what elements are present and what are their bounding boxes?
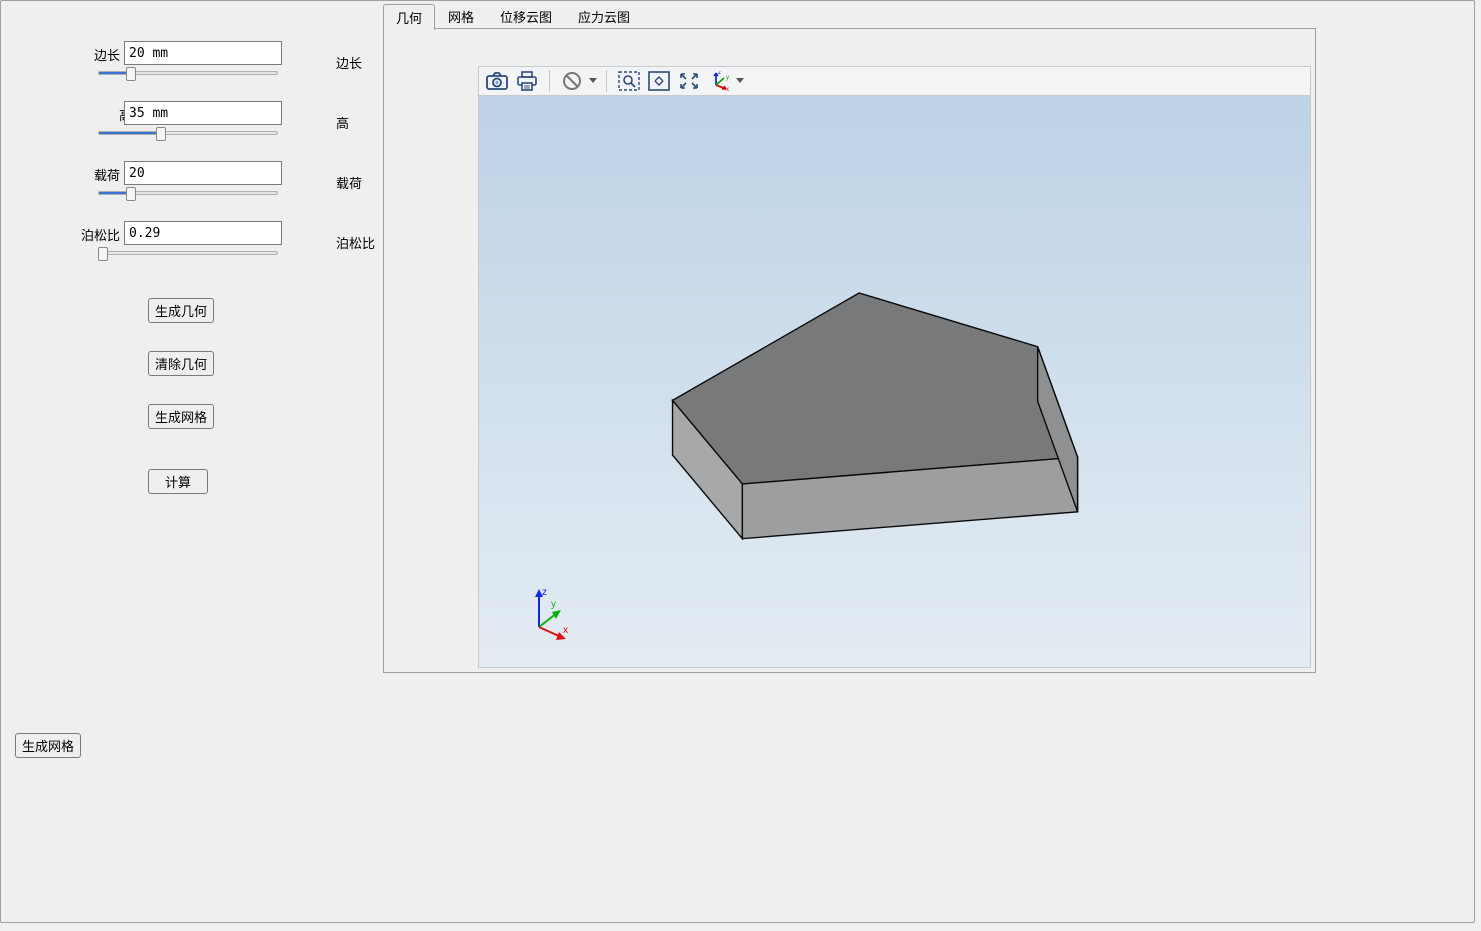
input-edge[interactable] [124,41,282,65]
label-load-right: 载荷 [336,173,386,192]
svg-text:y: y [726,75,729,81]
input-height[interactable] [124,101,282,125]
axis-y-label: y [551,599,556,610]
tab-geometry[interactable]: 几何 [383,4,435,30]
print-icon[interactable] [513,68,541,94]
expand-arrows-icon[interactable] [675,68,703,94]
label-load: 载荷 [80,165,120,184]
slider-poisson[interactable] [98,251,278,255]
parameter-panel: 边长 边长 高 高 载荷 载荷 [16,41,366,281]
camera-icon[interactable] [483,68,511,94]
viewport-toolbar: y z x [478,66,1311,96]
viewport-frame: y z x [383,28,1316,673]
clear-geometry-button[interactable]: 清除几何 [148,351,214,376]
slider-height[interactable] [98,131,278,135]
dropdown-icon[interactable] [588,78,598,84]
toolbar-separator [549,70,550,92]
button-column: 生成几何 清除几何 生成网格 计算 [148,298,228,522]
param-row-load: 载荷 载荷 [16,161,366,221]
param-row-height: 高 高 [16,101,366,161]
label-height-right: 高 [336,113,386,132]
viewport-3d[interactable]: z y x [478,96,1311,668]
tab-mesh[interactable]: 网格 [435,3,487,29]
generate-mesh-button[interactable]: 生成网格 [148,404,214,429]
input-load[interactable] [124,161,282,185]
tab-bar: 几何 网格 位移云图 应力云图 [383,7,1316,29]
axis-x-label: x [563,625,568,636]
fit-view-icon[interactable] [645,68,673,94]
tab-displacement[interactable]: 位移云图 [487,3,565,29]
tab-stress[interactable]: 应力云图 [565,3,643,29]
axis-z-label: z [542,587,547,598]
axes-icon[interactable]: y z x [705,68,733,94]
param-row-poisson: 泊松比 泊松比 [16,221,366,281]
slider-edge[interactable] [98,71,278,75]
geometry-render [479,96,1310,667]
no-entry-icon[interactable] [558,68,586,94]
input-poisson[interactable] [124,221,282,245]
label-poisson: 泊松比 [80,225,120,244]
label-poisson-right: 泊松比 [336,233,386,252]
param-row-edge: 边长 边长 [16,41,366,101]
label-edge-right: 边长 [336,53,386,72]
axis-legend: z y x [517,585,577,645]
label-edge: 边长 [80,45,120,64]
generate-geometry-button[interactable]: 生成几何 [148,298,214,323]
generate-mesh-button-bottom[interactable]: 生成网格 [15,733,81,758]
svg-text:x: x [726,87,729,91]
app-window: 几何 网格 位移云图 应力云图 边长 边长 高 高 载荷 [0,0,1475,923]
zoom-box-icon[interactable] [615,68,643,94]
svg-text:z: z [718,71,721,76]
slider-load[interactable] [98,191,278,195]
toolbar-separator [606,70,607,92]
compute-button[interactable]: 计算 [148,469,208,494]
dropdown-icon[interactable] [735,78,745,84]
